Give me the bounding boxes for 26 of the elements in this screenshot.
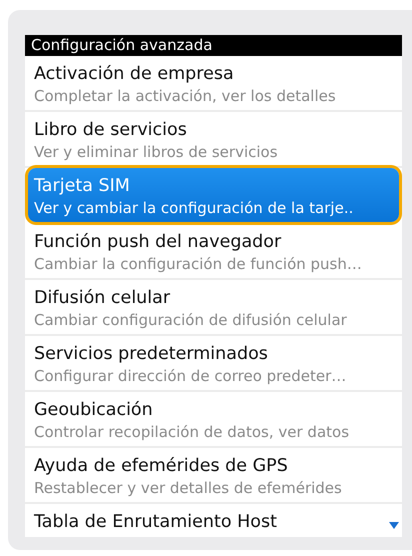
item-title: Activación de empresa <box>34 63 234 86</box>
list-item[interactable]: Servicios predeterminados Configurar dirección de correo predeter… <box>25 336 402 392</box>
scroll-down-icon <box>389 522 399 529</box>
list-item[interactable]: Activación de empresa Completar la activación, ver los detalles <box>25 56 402 112</box>
item-title: Tabla de Enrutamiento Host <box>34 511 277 534</box>
item-subtitle: Ver y eliminar libros de servicios <box>34 142 278 162</box>
item-subtitle: Configurar dirección de correo predeter… <box>34 366 346 386</box>
item-title: Función push del navegador <box>34 231 282 254</box>
item-subtitle: Cambiar configuración de difusión celular <box>34 310 347 330</box>
list-item[interactable]: Geoubicación Controlar recopilación de datos, ver datos <box>25 392 402 448</box>
list-header: Configuración avanzada <box>25 35 402 56</box>
item-subtitle: Cambiar la configuración de función push… <box>34 254 362 274</box>
item-title: Servicios predeterminados <box>34 343 268 366</box>
item-subtitle: Restablecer y ver detalles de efemérides <box>34 478 342 498</box>
item-title: Ayuda de efemérides de GPS <box>34 455 288 478</box>
item-subtitle: Completar la activación, ver los detalles <box>34 86 336 106</box>
list-item[interactable]: Función push del navegador Cambiar la configuración de función push… <box>25 224 402 280</box>
item-subtitle: Controlar recopilación de datos, ver datos <box>34 422 350 442</box>
item-title: Difusión celular <box>34 287 170 310</box>
item-title: Tarjeta SIM <box>34 175 130 198</box>
item-title: Libro de servicios <box>34 119 187 142</box>
list-item[interactable]: Tarjeta SIM Ver y cambiar la configuración de la tarje.. <box>28 168 399 222</box>
list-item[interactable]: Difusión celular Cambiar configuración de difusión celular <box>25 280 402 336</box>
list-item[interactable]: Ayuda de efemérides de GPS Restablecer y ver detalles de efemérides <box>25 448 402 504</box>
item-title: Geoubicación <box>34 399 153 422</box>
item-subtitle: Ver y cambiar la configuración de la tarje.. <box>34 198 354 218</box>
